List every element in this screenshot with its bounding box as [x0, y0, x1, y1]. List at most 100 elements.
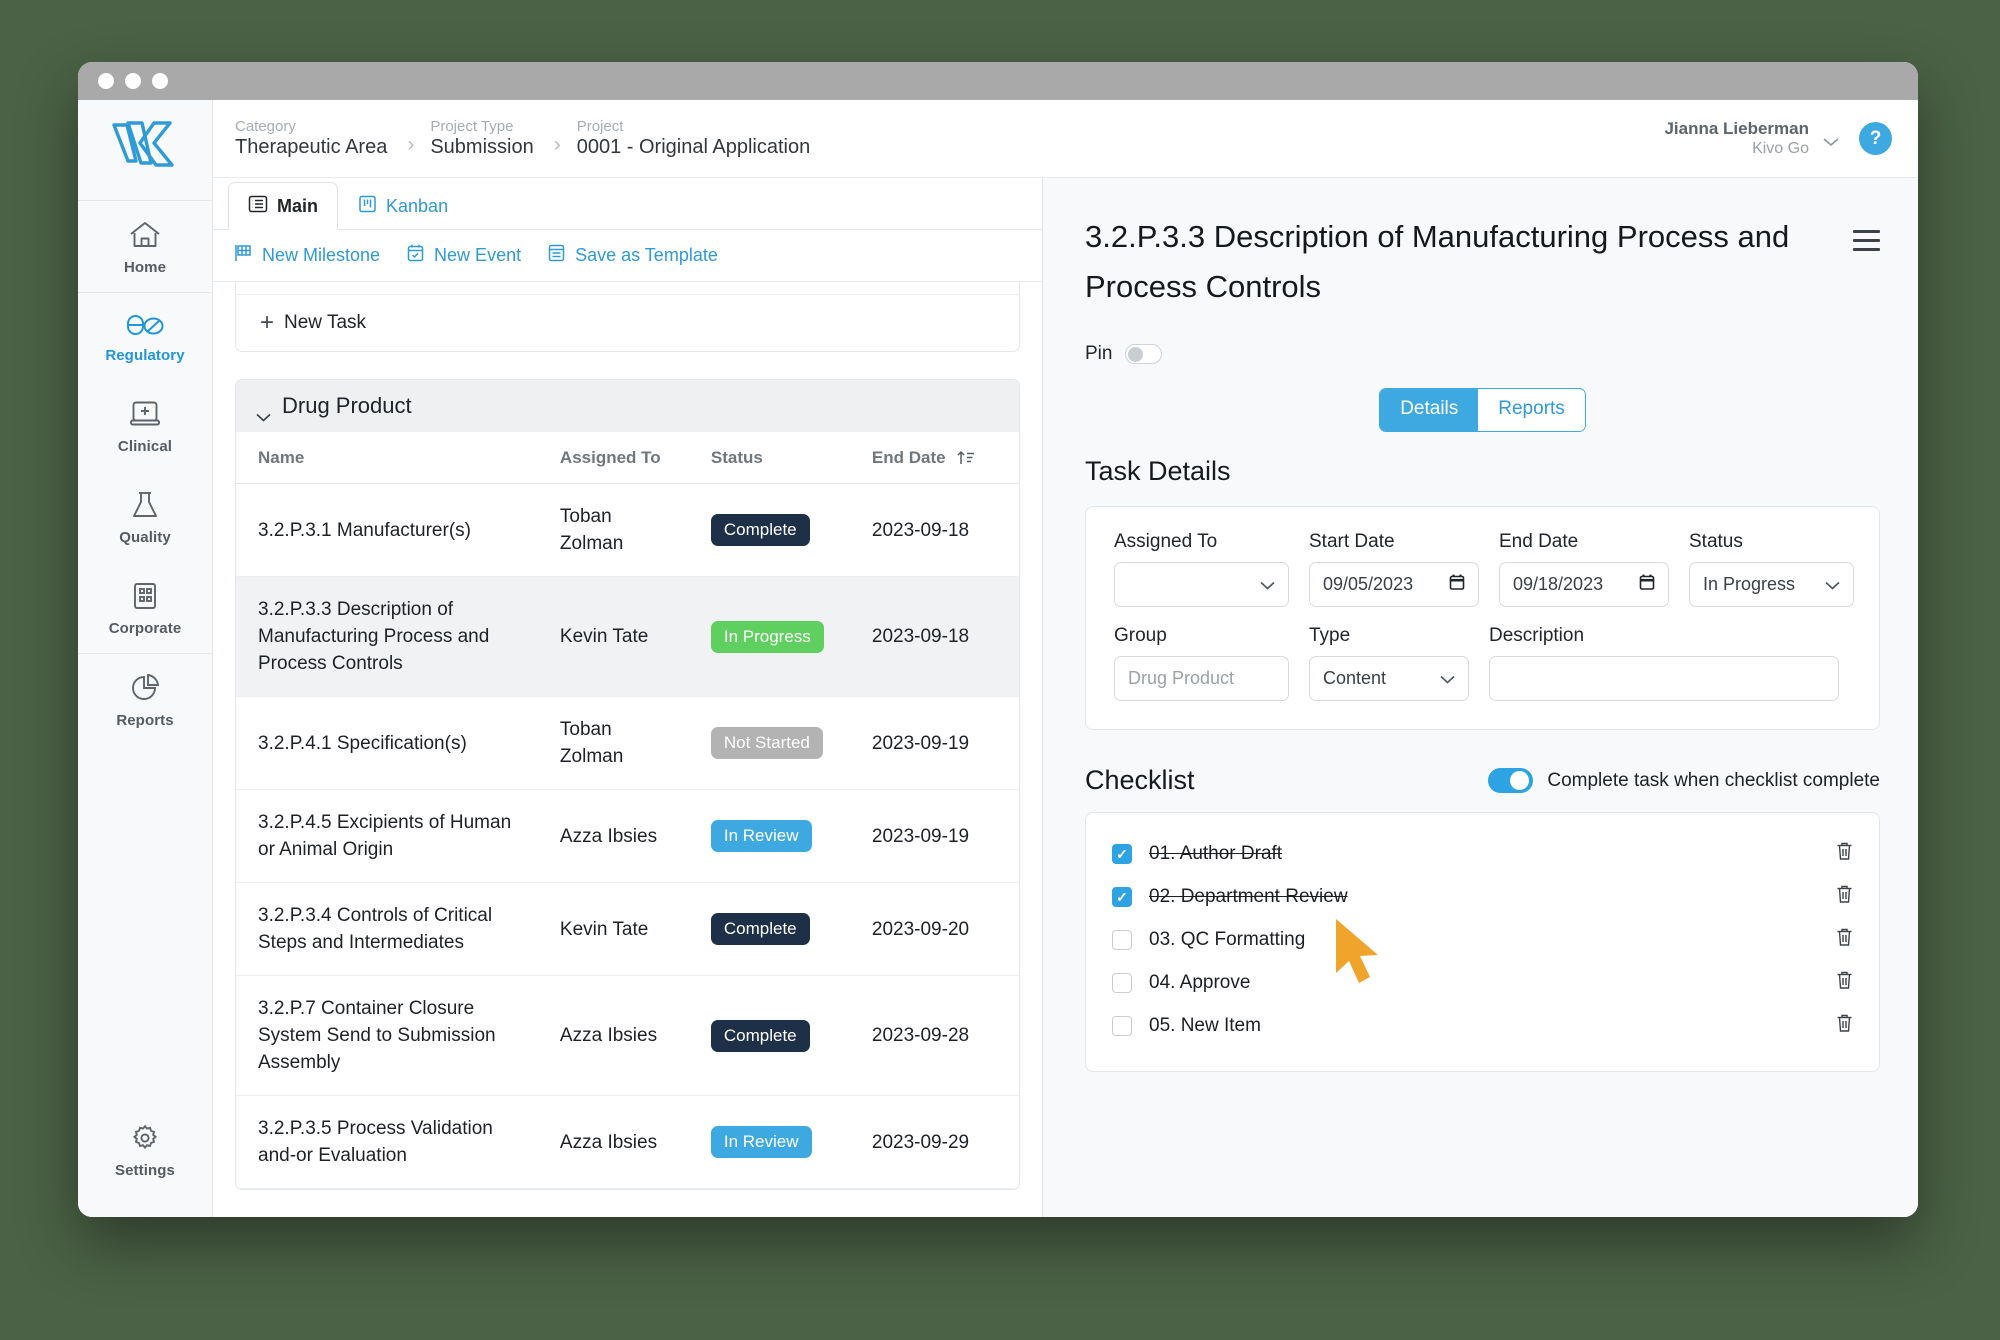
delete-icon[interactable]: [1836, 841, 1853, 866]
delete-icon[interactable]: [1836, 970, 1853, 995]
tab-main[interactable]: Main: [228, 182, 339, 230]
sidebar-item-corporate[interactable]: Corporate: [78, 562, 212, 653]
save-as-template-button[interactable]: Save as Template: [547, 243, 718, 268]
chevron-down-icon: [1825, 574, 1840, 595]
column-header-status[interactable]: Status: [688, 432, 850, 484]
sort-ascending-icon[interactable]: [957, 450, 975, 465]
new-task-button[interactable]: + New Task: [236, 295, 1019, 351]
end-date-input[interactable]: 09/18/2023: [1499, 562, 1669, 607]
field-label: Type: [1309, 625, 1351, 646]
field-description: Description: [1489, 625, 1851, 701]
tab-details[interactable]: Details: [1380, 389, 1479, 431]
user-name: Jianna Lieberman: [1664, 118, 1809, 138]
group-header[interactable]: Drug Product: [236, 380, 1019, 432]
cell-end-date: 2023-09-19: [849, 696, 1019, 790]
cell-name: 3.2.P.4.5 Excipients of Human or Animal …: [236, 789, 538, 883]
user-menu[interactable]: Jianna Lieberman Kivo Go ?: [1664, 119, 1892, 159]
template-icon: [547, 243, 566, 268]
assigned-to-select[interactable]: [1114, 562, 1289, 607]
breadcrumb-item-category[interactable]: Category Therapeutic Area: [235, 118, 391, 160]
tab-kanban[interactable]: Kanban: [338, 182, 468, 230]
cell-assigned-to: Kevin Tate: [537, 576, 689, 697]
delete-icon[interactable]: [1836, 884, 1853, 909]
tab-label: Kanban: [386, 196, 449, 216]
hamburger-menu-icon[interactable]: [1853, 230, 1880, 251]
task-list-pane: Main Kanban New Milestone New Event Save…: [213, 178, 1043, 1217]
previous-milestone-card: Assembly + New Task: [235, 282, 1020, 352]
action-label: Save as Template: [575, 245, 718, 265]
task-table: Name Assigned To Status End Date 3.2.P.3…: [236, 432, 1019, 1189]
calendar-icon[interactable]: [1639, 573, 1655, 596]
table-row[interactable]: 3.2.P.3.4 Controls of Critical Steps and…: [236, 882, 1019, 976]
sidebar-item-reports[interactable]: Reports: [78, 654, 212, 745]
sidebar-item-label: Quality: [119, 529, 171, 546]
flask-icon: [130, 490, 160, 520]
table-row[interactable]: 3.2.P.4.1 Specification(s) Toban Zolman …: [236, 696, 1019, 790]
window-maximize-button[interactable]: [152, 73, 168, 89]
delete-icon[interactable]: [1836, 1013, 1853, 1038]
description-input[interactable]: [1489, 656, 1839, 701]
status-badge: Complete: [710, 514, 810, 546]
column-header-name[interactable]: Name: [236, 432, 538, 484]
cell-end-date: 2023-09-19: [849, 789, 1019, 883]
checklist-item-label: 05. New Item: [1149, 1014, 1261, 1036]
checklist-header: Checklist Complete task when checklist c…: [1085, 765, 1880, 796]
table-row[interactable]: 3.2.P.3.5 Process Validation and-or Eval…: [236, 1095, 1019, 1189]
table-row[interactable]: 3.2.P.7 Container Closure System Send to…: [236, 975, 1019, 1096]
cell-assigned-to: Toban Zolman: [537, 696, 689, 790]
sidebar-item-home[interactable]: Home: [78, 201, 212, 292]
sidebar-item-label: Reports: [116, 712, 174, 729]
checklist-item[interactable]: 03. QC Formatting: [1112, 918, 1853, 961]
form-row-1: Assigned To Start Date 09/05/2023 End Da…: [1114, 531, 1854, 607]
calendar-icon[interactable]: [1449, 573, 1465, 596]
type-select[interactable]: Content: [1309, 656, 1469, 701]
chevron-down-icon[interactable]: [256, 402, 271, 422]
sidebar-item-regulatory[interactable]: Regulatory: [78, 293, 212, 380]
breadcrumb-item-project[interactable]: Project 0001 - Original Application: [577, 118, 814, 160]
delete-icon[interactable]: [1836, 927, 1853, 952]
task-scroll-area[interactable]: Assembly + New Task Drug Pr: [213, 282, 1042, 1217]
checklist-checkbox[interactable]: [1112, 886, 1132, 907]
start-date-input[interactable]: 09/05/2023: [1309, 562, 1479, 607]
checklist-checkbox[interactable]: [1112, 929, 1132, 950]
page-title: 3.2.P.3.3 Description of Manufacturing P…: [1085, 219, 1790, 304]
group-input[interactable]: Drug Product: [1114, 656, 1289, 701]
chevron-right-icon: ›: [553, 132, 561, 156]
table-row[interactable]: 3.2.P.3.3 Description of Manufacturing P…: [236, 576, 1019, 697]
checklist-checkbox[interactable]: [1112, 1015, 1132, 1036]
new-milestone-button[interactable]: New Milestone: [233, 243, 380, 268]
table-row[interactable]: 3.2.P.3.1 Manufacturer(s) Toban Zolman C…: [236, 483, 1019, 577]
group-title: Drug Product: [282, 393, 412, 418]
chevron-down-icon[interactable]: [1823, 134, 1839, 146]
checklist-item[interactable]: 01. Author Draft: [1112, 832, 1853, 875]
complete-task-toggle[interactable]: [1488, 768, 1534, 793]
cell-end-date: 2023-09-20: [849, 882, 1019, 976]
sidebar-item-clinical[interactable]: Clinical: [78, 380, 212, 471]
sidebar-item-label: Settings: [115, 1162, 175, 1179]
checklist-item[interactable]: 04. Approve: [1112, 961, 1853, 1004]
help-button[interactable]: ?: [1859, 122, 1892, 155]
tab-reports[interactable]: Reports: [1478, 389, 1585, 431]
checklist-item[interactable]: 05. New Item: [1112, 1004, 1853, 1047]
status-badge: In Review: [710, 1126, 812, 1158]
table-row[interactable]: 3.2.P.4.5 Excipients of Human or Animal …: [236, 789, 1019, 883]
window-close-button[interactable]: [98, 73, 114, 89]
checklist-item[interactable]: 02. Department Review: [1112, 875, 1853, 918]
sidebar-item-settings[interactable]: Settings: [78, 1104, 212, 1195]
pin-toggle[interactable]: [1125, 344, 1163, 364]
checklist-checkbox[interactable]: [1112, 972, 1132, 993]
cell-name: 3.2.P.3.5 Process Validation and-or Eval…: [236, 1095, 538, 1189]
column-header-assigned-to[interactable]: Assigned To: [537, 432, 689, 484]
column-header-end-date[interactable]: End Date: [849, 432, 1019, 484]
status-select[interactable]: In Progress: [1689, 562, 1854, 607]
breadcrumb-item-project-type[interactable]: Project Type Submission: [430, 118, 537, 160]
sidebar-item-label: Regulatory: [105, 347, 185, 364]
checklist-checkbox[interactable]: [1112, 843, 1132, 864]
window-minimize-button[interactable]: [125, 73, 141, 89]
new-event-button[interactable]: New Event: [406, 243, 521, 268]
sidebar-item-quality[interactable]: Quality: [78, 471, 212, 562]
app-logo: [108, 114, 182, 174]
plus-icon: +: [260, 309, 275, 336]
field-start-date: Start Date 09/05/2023: [1309, 531, 1479, 607]
cell-status: Not Started: [688, 696, 850, 790]
